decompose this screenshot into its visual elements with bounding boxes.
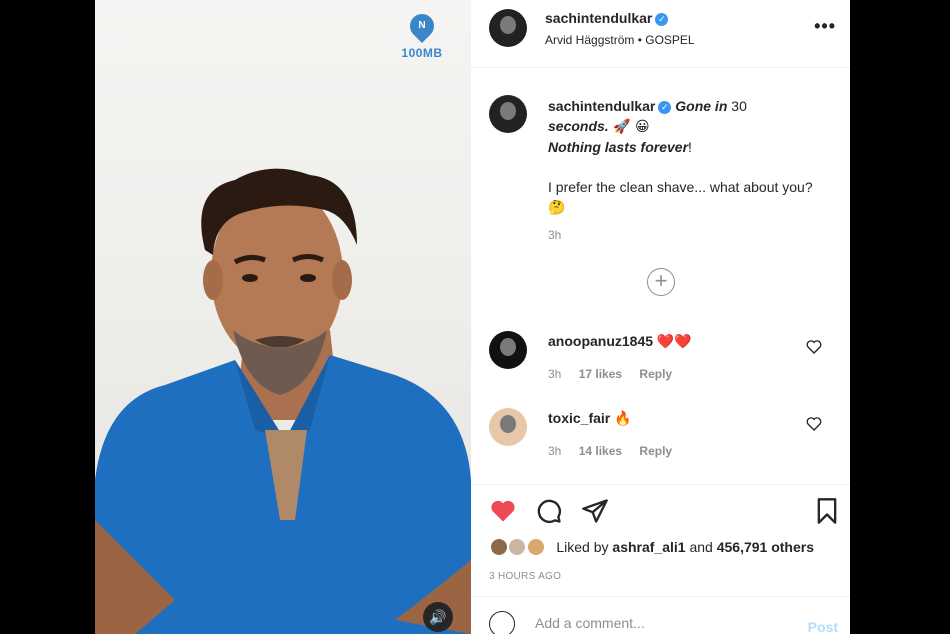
post-details-panel: sachintendulkar ✓ Arvid Häggström • GOSPE… bbox=[471, 0, 850, 634]
video-player[interactable]: N 100MB 🔊 bbox=[95, 0, 471, 634]
caption-line1-rest: 30 bbox=[727, 98, 747, 114]
comment-likes[interactable]: 17 likes bbox=[579, 367, 622, 381]
speaker-icon: 🔊 bbox=[429, 609, 447, 625]
reply-button[interactable]: Reply bbox=[639, 444, 672, 458]
comment-input[interactable] bbox=[535, 615, 775, 631]
post-comment-button[interactable]: Post bbox=[808, 619, 838, 634]
reply-button[interactable]: Reply bbox=[639, 367, 672, 381]
commenter-username[interactable]: anoopanuz1845 bbox=[548, 333, 653, 349]
like-heart-icon[interactable] bbox=[489, 497, 517, 525]
caption-emojis: 🚀 😀 bbox=[608, 119, 650, 135]
comment-body: 🔥 bbox=[614, 411, 632, 427]
comment-meta: 3h 14 likes Reply bbox=[548, 444, 686, 458]
caption-time[interactable]: 3h bbox=[548, 228, 561, 242]
commenter-avatar[interactable] bbox=[489, 408, 527, 446]
caption-line3: Nothing lasts forever bbox=[548, 139, 689, 155]
audio-track[interactable]: Arvid Häggström • GOSPEL bbox=[545, 33, 695, 47]
caption-line4: I prefer the clean shave... what about y… bbox=[548, 179, 813, 215]
post-timestamp[interactable]: 3 HOURS AGO bbox=[489, 571, 561, 582]
liker-avatar[interactable] bbox=[525, 537, 546, 557]
caption-text: sachintendulkar ✓ Gone in 30 seconds. 🚀 😀… bbox=[548, 96, 828, 217]
comment-text: toxic_fair 🔥 bbox=[548, 410, 632, 427]
comment-likes[interactable]: 14 likes bbox=[579, 444, 622, 458]
comment-bubble-icon[interactable] bbox=[535, 497, 563, 525]
caption-line1: Gone in bbox=[675, 98, 728, 114]
liker-avatar[interactable] bbox=[489, 537, 509, 557]
comment-item: toxic_fair 🔥 3h 14 likes Reply bbox=[471, 408, 850, 478]
caption-line3-rest: ! bbox=[688, 139, 692, 155]
liked-by-row: Liked by ashraf_ali1 and 456,791 others bbox=[489, 537, 814, 559]
emoji-picker-icon[interactable] bbox=[489, 611, 515, 634]
post-header: sachintendulkar ✓ Arvid Häggström • GOSPE… bbox=[471, 0, 850, 68]
comment-like-heart-icon[interactable] bbox=[806, 416, 822, 432]
comment-time[interactable]: 3h bbox=[548, 367, 561, 381]
author-username[interactable]: sachintendulkar ✓ bbox=[545, 10, 669, 26]
comment-body: ❤️❤️ bbox=[656, 334, 692, 350]
load-more-comments-button[interactable]: + bbox=[647, 268, 675, 296]
verified-badge-icon: ✓ bbox=[655, 13, 669, 26]
liker-avatar[interactable] bbox=[507, 537, 528, 557]
author-avatar[interactable] bbox=[489, 9, 527, 47]
comment-meta: 3h 17 likes Reply bbox=[548, 367, 686, 381]
add-comment-bar: Post bbox=[471, 596, 850, 634]
caption-username[interactable]: sachintendulkar bbox=[548, 98, 655, 114]
commenter-username[interactable]: toxic_fair bbox=[548, 410, 610, 426]
comment-item: anoopanuz1845 ❤️❤️ 3h 17 likes Reply bbox=[471, 331, 850, 401]
plus-circle-icon: + bbox=[654, 268, 668, 293]
share-paper-plane-icon[interactable] bbox=[581, 497, 609, 525]
save-bookmark-icon[interactable] bbox=[813, 497, 841, 525]
comment-like-heart-icon[interactable] bbox=[806, 339, 822, 355]
post-caption: sachintendulkar ✓ Gone in 30 seconds. 🚀 😀… bbox=[471, 68, 850, 242]
comment-text: anoopanuz1845 ❤️❤️ bbox=[548, 333, 692, 350]
caption-avatar[interactable] bbox=[489, 95, 527, 133]
verified-badge-icon: ✓ bbox=[658, 101, 672, 114]
commenter-avatar[interactable] bbox=[489, 331, 527, 369]
video-subject bbox=[95, 168, 471, 634]
liked-by-text[interactable]: Liked by ashraf_ali1 and 456,791 others bbox=[556, 539, 814, 555]
post-actions: Liked by ashraf_ali1 and 456,791 others … bbox=[471, 484, 850, 596]
mute-toggle-button[interactable]: 🔊 bbox=[423, 602, 453, 632]
caption-line2: seconds. bbox=[548, 118, 609, 134]
more-options-icon[interactable]: ••• bbox=[814, 16, 836, 37]
comment-time[interactable]: 3h bbox=[548, 444, 561, 458]
